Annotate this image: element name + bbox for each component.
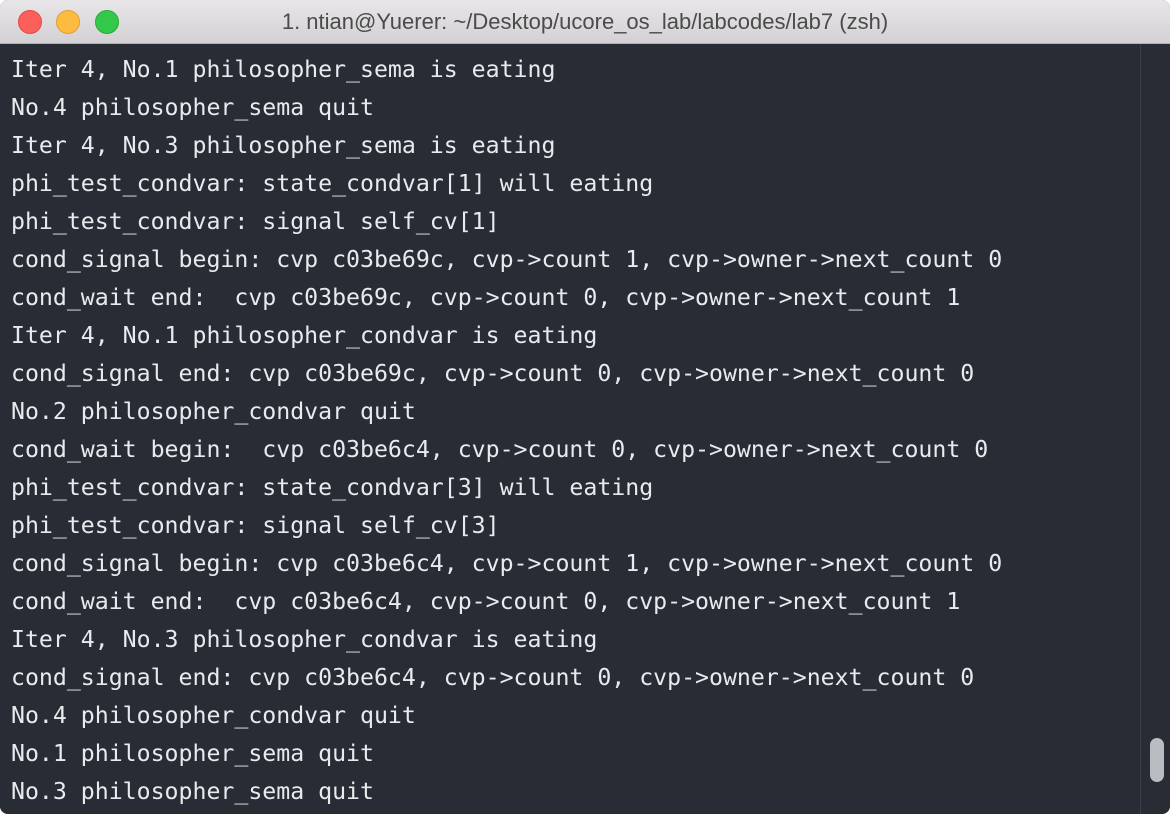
terminal-window: 1. ntian@Yuerer: ~/Desktop/ucore_os_lab/… [0,0,1170,814]
terminal-line: Iter 4, No.1 philosopher_condvar is eati… [11,322,598,349]
terminal-line: No.3 philosopher_sema quit [11,778,374,805]
terminal-output[interactable]: Iter 4, No.1 philosopher_sema is eating … [0,44,1140,814]
terminal-line: phi_test_condvar: state_condvar[1] will … [11,170,654,197]
terminal-line: cond_signal end: cvp c03be69c, cvp->coun… [11,360,975,387]
terminal-line: No.4 philosopher_sema quit [11,94,374,121]
terminal-line: phi_test_condvar: signal self_cv[1] [11,208,500,235]
terminal-line: Iter 4, No.3 philosopher_sema is eating [11,132,556,159]
terminal-line: No.1 philosopher_sema quit [11,740,374,767]
scrollbar-thumb[interactable] [1150,738,1164,782]
terminal-line: phi_test_condvar: signal self_cv[3] [11,512,500,539]
vertical-scrollbar[interactable] [1140,44,1170,814]
terminal-line: cond_wait end: cvp c03be69c, cvp->count … [11,284,961,311]
terminal-line: No.2 philosopher_condvar quit [11,398,416,425]
terminal-line: cond_signal begin: cvp c03be6c4, cvp->co… [11,550,1003,577]
title-bar[interactable]: 1. ntian@Yuerer: ~/Desktop/ucore_os_lab/… [0,0,1170,44]
terminal-line: cond_signal end: cvp c03be6c4, cvp->coun… [11,664,975,691]
terminal-line: cond_wait end: cvp c03be6c4, cvp->count … [11,588,961,615]
terminal-line: Iter 4, No.3 philosopher_condvar is eati… [11,626,598,653]
terminal-line: Iter 4, No.1 philosopher_sema is eating [11,56,556,83]
terminal-line: phi_test_condvar: state_condvar[3] will … [11,474,654,501]
terminal-line: cond_wait begin: cvp c03be6c4, cvp->coun… [11,436,989,463]
terminal-line: No.4 philosopher_condvar quit [11,702,416,729]
window-title: 1. ntian@Yuerer: ~/Desktop/ucore_os_lab/… [281,9,889,34]
terminal-line: cond_signal begin: cvp c03be69c, cvp->co… [11,246,1003,273]
